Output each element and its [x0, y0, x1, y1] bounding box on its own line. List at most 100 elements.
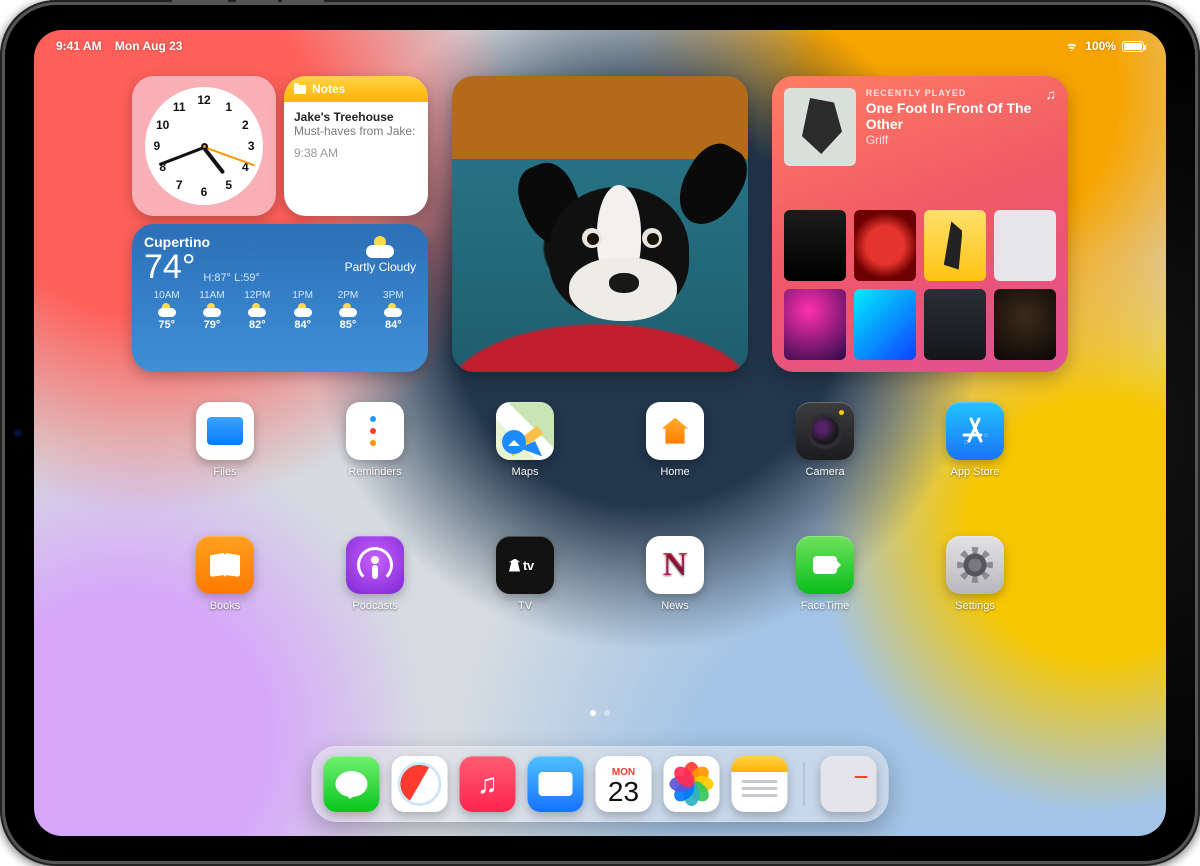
location-arrow-icon: [502, 430, 526, 454]
dock-app-photos[interactable]: [664, 756, 720, 812]
app-podcasts[interactable]: Podcasts: [300, 536, 450, 612]
app-label: Settings: [955, 600, 995, 612]
app-camera[interactable]: Camera: [750, 402, 900, 478]
power-button[interactable]: [172, 0, 228, 2]
weather-hour-temp: 84°: [280, 319, 325, 331]
clock-widget[interactable]: 12 1 2 3 4 5 6 7 8 9 10 11: [132, 76, 276, 216]
app-label: Books: [210, 600, 241, 612]
app-grid: Files Reminders Maps Home Camera App Sto…: [34, 402, 1166, 612]
clock-center-pin: [201, 143, 208, 150]
app-facetime[interactable]: FaceTime: [750, 536, 900, 612]
clock-num-6: 6: [201, 185, 208, 199]
notes-note-title: Jake's Treehouse: [294, 110, 418, 124]
clock-num-10: 10: [156, 118, 169, 132]
reminders-icon: [346, 402, 404, 460]
partly-cloudy-icon: [203, 303, 221, 317]
app-reminders[interactable]: Reminders: [300, 402, 450, 478]
app-settings[interactable]: Settings: [900, 536, 1050, 612]
weather-hourly: 10AM75° 11AM79° 12PM82° 1PM84° 2PM85° 3P…: [144, 290, 416, 331]
partly-cloudy-icon: [366, 236, 394, 258]
music-recent-grid: [784, 210, 1056, 360]
dock-app-music[interactable]: ♫: [460, 756, 516, 812]
volume-up-button[interactable]: [236, 0, 278, 2]
weather-hour-label: 3PM: [371, 290, 416, 301]
app-books[interactable]: Books: [150, 536, 300, 612]
notes-widget-body: Jake's Treehouse Must-haves from Jake: 9…: [284, 102, 428, 216]
music-section-label: RECENTLY PLAYED: [866, 88, 1056, 98]
wifi-icon: [1064, 41, 1079, 52]
music-album-cover[interactable]: [924, 289, 986, 360]
notes-note-time: 9:38 AM: [294, 146, 418, 160]
app-tv[interactable]: tv TV: [450, 536, 600, 612]
dock-app-notes[interactable]: [732, 756, 788, 812]
app-label: TV: [518, 600, 532, 612]
facetime-icon: [796, 536, 854, 594]
music-album-cover[interactable]: [854, 289, 916, 360]
appletv-icon: tv: [496, 536, 554, 594]
home-icon: [646, 402, 704, 460]
clock-num-1: 1: [225, 100, 232, 114]
clock-num-7: 7: [176, 178, 183, 192]
compass-needle-icon: [406, 768, 432, 801]
app-files[interactable]: Files: [150, 402, 300, 478]
notes-widget[interactable]: Notes Jake's Treehouse Must-haves from J…: [284, 76, 428, 216]
app-label: Camera: [805, 466, 844, 478]
settings-icon: [946, 536, 1004, 594]
dock-separator: [804, 762, 805, 806]
weather-hour-label: 2PM: [325, 290, 370, 301]
app-label: Files: [213, 466, 236, 478]
clock-face: 12 1 2 3 4 5 6 7 8 9 10 11: [145, 87, 263, 205]
partly-cloudy-icon: [339, 303, 357, 317]
appstore-icon: [946, 402, 1004, 460]
weather-hour-label: 10AM: [144, 290, 189, 301]
home-screen[interactable]: 9:41 AM Mon Aug 23 100% 12 1 2 3: [34, 30, 1166, 836]
photo-dog-illustration: [529, 177, 713, 343]
weather-hilo: H:87° L:59°: [203, 272, 260, 284]
app-label: Podcasts: [352, 600, 397, 612]
volume-down-button[interactable]: [282, 0, 324, 2]
weather-widget[interactable]: Cupertino 74° H:87° L:59° Partly Cloudy: [132, 224, 428, 372]
ipad-device-frame: 9:41 AM Mon Aug 23 100% 12 1 2 3: [0, 0, 1200, 866]
music-widget[interactable]: ♫ RECENTLY PLAYED One Foot In Front Of T…: [772, 76, 1068, 372]
weather-condition: Partly Cloudy: [345, 260, 416, 274]
dock-app-calendar[interactable]: MON23: [596, 756, 652, 812]
notes-note-preview: Must-haves from Jake:: [294, 124, 418, 138]
weather-hour-label: 1PM: [280, 290, 325, 301]
music-note-icon: ♫: [1046, 86, 1057, 102]
weather-hour-label: 12PM: [235, 290, 280, 301]
music-now-playing-art: [784, 88, 856, 166]
music-album-cover[interactable]: [994, 210, 1056, 281]
status-time: 9:41 AM: [56, 39, 102, 53]
music-album-cover[interactable]: [994, 289, 1056, 360]
weather-hour-temp: 82°: [235, 319, 280, 331]
widget-stack-left: 12 1 2 3 4 5 6 7 8 9 10 11: [132, 76, 428, 372]
partly-cloudy-icon: [384, 303, 402, 317]
appstore-a-icon: [959, 415, 991, 447]
page-indicator[interactable]: [34, 710, 1166, 716]
music-album-cover[interactable]: [784, 210, 846, 281]
battery-icon: [1122, 41, 1144, 52]
notes-widget-header-label: Notes: [312, 82, 345, 96]
music-album-cover[interactable]: [924, 210, 986, 281]
app-appstore[interactable]: App Store: [900, 402, 1050, 478]
photos-widget[interactable]: [452, 76, 748, 372]
music-album-cover[interactable]: [784, 289, 846, 360]
widget-row: 12 1 2 3 4 5 6 7 8 9 10 11: [34, 76, 1166, 372]
weather-hour-temp: 85°: [325, 319, 370, 331]
app-maps[interactable]: Maps: [450, 402, 600, 478]
dock-app-mail[interactable]: [528, 756, 584, 812]
app-label: Home: [660, 466, 689, 478]
status-date: Mon Aug 23: [115, 39, 183, 53]
dock-app-messages[interactable]: [324, 756, 380, 812]
clock-num-12: 12: [197, 93, 210, 107]
music-album-cover[interactable]: [854, 210, 916, 281]
app-label: FaceTime: [801, 600, 850, 612]
app-news[interactable]: News: [600, 536, 750, 612]
app-home[interactable]: Home: [600, 402, 750, 478]
partly-cloudy-icon: [158, 303, 176, 317]
app-label: News: [661, 600, 689, 612]
dock-recent-apps[interactable]: [821, 756, 877, 812]
camera-icon: [796, 402, 854, 460]
dock-app-safari[interactable]: [392, 756, 448, 812]
app-label: Maps: [512, 466, 539, 478]
